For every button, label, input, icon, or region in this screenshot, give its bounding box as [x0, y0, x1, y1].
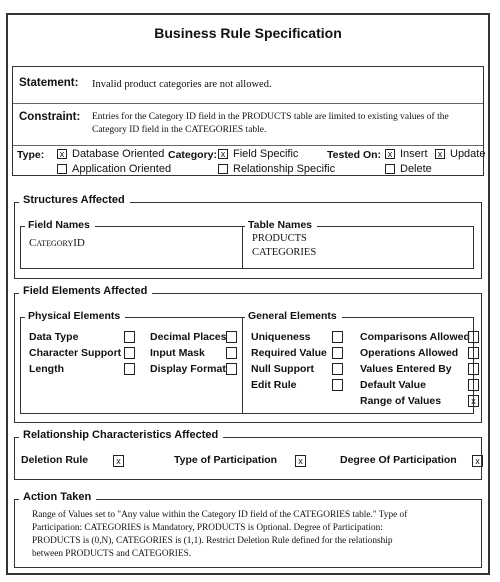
- category-field-specific[interactable]: x Field Specific: [218, 148, 298, 160]
- checkbox-data-type[interactable]: [124, 331, 135, 343]
- checkbox-character-support[interactable]: [124, 347, 135, 359]
- field-name-item[interactable]: CategoryID: [29, 237, 85, 249]
- column-divider: [242, 318, 243, 413]
- field-elements-table: Physical Elements General Elements Data …: [20, 310, 479, 414]
- action-text-line-4[interactable]: between PRODUCTS and CATEGORIES.: [32, 549, 191, 559]
- constraint-row: Constraint: Entries for the Category ID …: [13, 103, 483, 146]
- checkbox-null-support[interactable]: [332, 363, 343, 375]
- checkbox[interactable]: [218, 164, 228, 175]
- checkbox-range-of-values[interactable]: x: [468, 395, 479, 407]
- element-label-default-value: Default Value: [360, 379, 426, 391]
- relationship-label-deletion-rule: Deletion Rule: [21, 454, 89, 466]
- tested-on-insert[interactable]: x Insert: [385, 148, 428, 160]
- element-label-display-format: Display Format: [150, 363, 226, 375]
- type-application-oriented[interactable]: Application Oriented: [57, 163, 171, 175]
- structures-affected-title: Structures Affected: [19, 194, 130, 206]
- tested-on-label: Tested On:: [327, 149, 382, 161]
- element-label-input-mask: Input Mask: [150, 347, 205, 359]
- general-elements-title: General Elements: [245, 310, 342, 322]
- statement-label: Statement:: [19, 77, 79, 89]
- option-label: Database Oriented: [72, 148, 165, 160]
- option-label: Insert: [400, 148, 428, 160]
- checkbox-length[interactable]: [124, 363, 135, 375]
- element-label-character-support: Character Support: [29, 347, 122, 359]
- element-label-data-type: Data Type: [29, 331, 79, 343]
- structures-table: Field Names Table Names CategoryID PRODU…: [20, 219, 474, 269]
- checkbox-deletion-rule[interactable]: x: [113, 455, 124, 467]
- element-label-edit-rule: Edit Rule: [251, 379, 297, 391]
- checkbox[interactable]: x: [385, 149, 395, 160]
- element-label-null-support: Null Support: [251, 363, 314, 375]
- business-rule-form: Business Rule Specification Statement: I…: [6, 13, 490, 575]
- element-label-length: Length: [29, 363, 64, 375]
- form-title: Business Rule Specification: [154, 25, 342, 41]
- element-label-decimal-places: Decimal Places: [150, 331, 227, 343]
- checkbox-edit-rule[interactable]: [332, 379, 343, 391]
- constraint-text-line-1[interactable]: Entries for the Category ID field in the…: [92, 111, 449, 124]
- action-taken-group: Action Taken Range of Values set to "Any…: [14, 491, 482, 568]
- element-label-uniqueness: Uniqueness: [251, 331, 311, 343]
- checkbox-uniqueness[interactable]: [332, 331, 343, 343]
- checkbox[interactable]: x: [57, 149, 67, 160]
- action-taken-title: Action Taken: [19, 491, 97, 503]
- table-names-title: Table Names: [245, 219, 317, 231]
- checkbox-input-mask[interactable]: [226, 347, 237, 359]
- element-label-values-entered-by: Values Entered By: [360, 363, 452, 375]
- element-label-range-of-values: Range of Values: [360, 395, 442, 407]
- checkbox-display-format[interactable]: [226, 363, 237, 375]
- option-label: Update: [450, 148, 486, 160]
- field-elements-affected-group: Field Elements Affected Physical Element…: [14, 285, 482, 423]
- action-text-line-3[interactable]: PRODUCTS is (0,N), CATEGORIES is (1,1). …: [32, 536, 392, 546]
- action-text-line-1[interactable]: Range of Values set to "Any value within…: [32, 510, 407, 520]
- checkbox-values-entered-by[interactable]: [468, 363, 479, 375]
- relationship-characteristics-group: Relationship Characteristics Affected De…: [14, 429, 483, 480]
- table-name-item[interactable]: CATEGORIES: [252, 247, 316, 258]
- tested-on-delete[interactable]: Delete: [385, 163, 432, 175]
- type-label: Type:: [17, 149, 45, 161]
- field-elements-affected-title: Field Elements Affected: [19, 285, 153, 297]
- option-label: Relationship Specific: [233, 163, 336, 175]
- option-label: Delete: [400, 163, 432, 175]
- constraint-label: Constraint:: [19, 111, 81, 123]
- structures-affected-group: Structures Affected Field Names Table Na…: [14, 194, 482, 279]
- checkbox-comparisons-allowed[interactable]: [468, 331, 479, 343]
- checkbox-degree-of-participation[interactable]: x: [472, 455, 483, 467]
- checkbox[interactable]: x: [435, 149, 445, 160]
- physical-elements-title: Physical Elements: [25, 310, 126, 322]
- element-label-operations-allowed: Operations Allowed: [360, 347, 459, 359]
- element-label-comparisons-allowed: Comparisons Allowed: [360, 331, 470, 343]
- relationship-label-degree-of-participation: Degree Of Participation: [340, 454, 457, 466]
- action-text-line-2[interactable]: Participation: CATEGORIES is Mandatory, …: [32, 523, 383, 533]
- rule-header-box: Statement: Invalid product categories ar…: [12, 66, 485, 177]
- checkbox-operations-allowed[interactable]: [468, 347, 479, 359]
- relationship-characteristics-title: Relationship Characteristics Affected: [19, 429, 224, 441]
- statement-row: Statement: Invalid product categories ar…: [13, 67, 483, 104]
- option-label: Application Oriented: [72, 163, 172, 175]
- checkbox[interactable]: [385, 164, 395, 175]
- statement-text[interactable]: Invalid product categories are not allow…: [92, 78, 272, 91]
- checkbox-required-value[interactable]: [332, 347, 343, 359]
- checkbox[interactable]: x: [218, 149, 228, 160]
- table-name-item[interactable]: PRODUCTS: [252, 233, 307, 244]
- field-names-title: Field Names: [25, 219, 95, 231]
- tested-on-update[interactable]: x Update: [435, 148, 485, 160]
- classification-row: Type: x Database Oriented Application Ori…: [13, 145, 485, 177]
- checkbox-type-of-participation[interactable]: x: [295, 455, 306, 467]
- relationship-label-type-of-participation: Type of Participation: [174, 454, 278, 466]
- checkbox-decimal-places[interactable]: [226, 331, 237, 343]
- category-label: Category:: [168, 149, 218, 161]
- option-label: Field Specific: [233, 148, 299, 160]
- checkbox-default-value[interactable]: [468, 379, 479, 391]
- element-label-required-value: Required Value: [251, 347, 327, 359]
- column-divider: [242, 227, 243, 268]
- category-relationship-specific[interactable]: Relationship Specific: [218, 163, 335, 175]
- type-database-oriented[interactable]: x Database Oriented: [57, 148, 164, 160]
- constraint-text-line-2[interactable]: Category ID field in the CATEGORIES tabl…: [92, 124, 266, 137]
- checkbox[interactable]: [57, 164, 67, 175]
